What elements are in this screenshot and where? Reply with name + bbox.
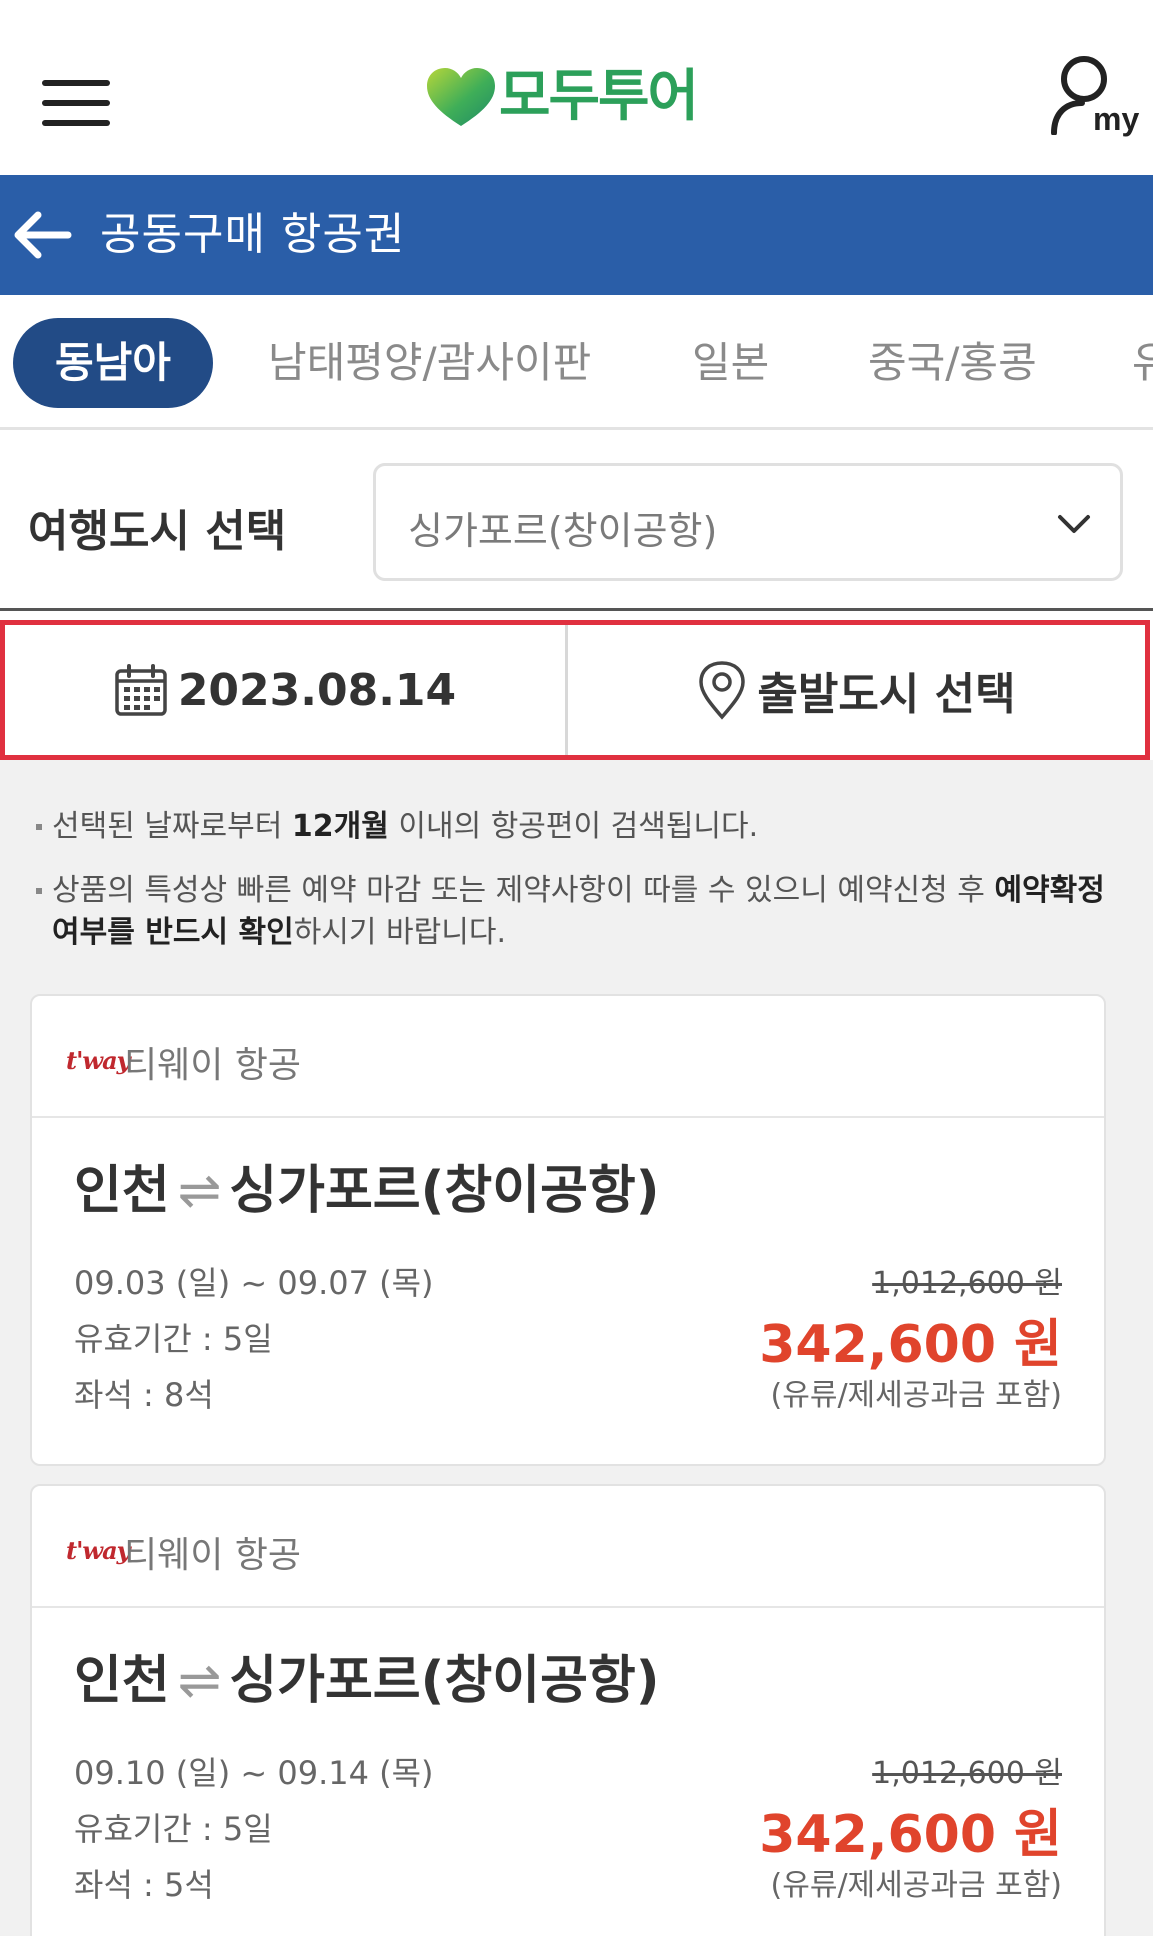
city-select-label: 여행도시 선택 (28, 506, 287, 557)
back-button[interactable] (12, 208, 72, 262)
airline-name: 티웨이 항공 (124, 1535, 302, 1576)
results-area: 선택된 날짜로부터 12개월 이내의 항공편이 검색됩니다. 상품의 특성상 빠… (0, 760, 1153, 1936)
menu-bar (42, 80, 110, 86)
menu-button[interactable] (42, 80, 110, 126)
region-tabs: 동남아 남태평양/괌사이판 일본 중국/홍콩 유 (0, 295, 1153, 430)
calendar-icon (115, 664, 167, 716)
menu-bar (42, 100, 110, 106)
flight-route: 인천 ⇌ 싱가포르(창이공항) (74, 1638, 660, 1713)
my-page-button[interactable]: my (1048, 55, 1140, 145)
tab-more[interactable]: 유 (1132, 318, 1153, 408)
logo-text: 모두투어 (499, 64, 699, 129)
flight-route: 인천 ⇌ 싱가포르(창이공항) (74, 1148, 660, 1223)
my-label: my (1093, 101, 1140, 137)
chevron-down-icon (1058, 515, 1090, 533)
departure-city-button[interactable]: 출발도시 선택 (568, 625, 1145, 755)
validity-period: 유효기간 : 5일 (74, 1810, 273, 1848)
tab-southeast-asia[interactable]: 동남아 (13, 318, 213, 408)
date-picker-button[interactable]: 2023.08.14 (5, 625, 568, 755)
round-trip-icon: ⇌ (177, 1161, 222, 1221)
section-divider (0, 608, 1153, 611)
travel-dates: 09.10 (일) ~ 09.14 (목) (74, 1754, 434, 1792)
city-select-row: 여행도시 선택 싱가포르(창이공항) (0, 430, 1153, 610)
search-filter-row: 2023.08.14 출발도시 선택 (0, 620, 1150, 760)
validity-period: 유효기간 : 5일 (74, 1320, 273, 1358)
heart-logo-icon (427, 68, 495, 126)
title-bar: 공동구매 항공권 (0, 175, 1153, 295)
notice-booking-caution: 상품의 특성상 빠른 예약 마감 또는 제약사항이 따를 수 있으니 예약신청 … (36, 870, 1126, 954)
logo[interactable]: 모두투어 (425, 64, 699, 129)
route-origin: 인천 (74, 1161, 170, 1221)
travel-dates: 09.03 (일) ~ 09.07 (목) (74, 1264, 434, 1302)
notice-text-part: 하시기 바랍니다. (293, 915, 506, 950)
original-price: 1,012,600 원 (872, 1266, 1062, 1301)
departure-city-label: 출발도시 선택 (757, 669, 1016, 720)
back-arrow-icon (14, 211, 72, 259)
airline-name: 티웨이 항공 (124, 1045, 302, 1086)
city-dropdown[interactable]: 싱가포르(창이공항) (373, 463, 1123, 581)
menu-bar (42, 120, 110, 126)
tab-south-pacific[interactable]: 남태평양/괌사이판 (268, 318, 591, 408)
bullet (36, 824, 42, 830)
tax-note: (유류/제세공과금 포함) (770, 1868, 1062, 1903)
page-title: 공동구매 항공권 (100, 209, 406, 260)
tab-china-hongkong[interactable]: 중국/홍콩 (868, 318, 1037, 408)
card-header: t'way 티웨이 항공 (32, 1486, 1104, 1608)
notice-text-part: 이내의 항공편이 검색됩니다. (388, 809, 759, 844)
flight-card[interactable]: t'way 티웨이 항공 인천 ⇌ 싱가포르(창이공항) 09.03 (일) ~ 0… (30, 994, 1106, 1466)
sale-price: 342,600 원 (759, 1315, 1062, 1375)
seats-left: 좌석 : 8석 (74, 1376, 214, 1414)
airline-logo: t'way (66, 1046, 131, 1075)
notice-search-range: 선택된 날짜로부터 12개월 이내의 항공편이 검색됩니다. (36, 806, 1126, 848)
route-origin: 인천 (74, 1651, 170, 1711)
route-destination: 싱가포르(창이공항) (229, 1161, 660, 1221)
selected-date: 2023.08.14 (177, 664, 457, 716)
tax-note: (유류/제세공과금 포함) (770, 1378, 1062, 1413)
notice-text: 선택된 날짜로부터 12개월 이내의 항공편이 검색됩니다. (36, 806, 1126, 848)
route-destination: 싱가포르(창이공항) (229, 1651, 660, 1711)
tab-japan[interactable]: 일본 (692, 318, 769, 408)
app-header: 모두투어 my (0, 0, 1153, 175)
notice-text-part: 상품의 특성상 빠른 예약 마감 또는 제약사항이 따를 수 있으니 예약신청 … (52, 873, 995, 908)
notice-bold: 12개월 (291, 809, 389, 844)
card-header: t'way 티웨이 항공 (32, 996, 1104, 1118)
airline-logo: t'way (66, 1536, 131, 1565)
notice-text: 상품의 특성상 빠른 예약 마감 또는 제약사항이 따를 수 있으니 예약신청 … (36, 870, 1126, 954)
bullet (36, 888, 42, 894)
original-price: 1,012,600 원 (872, 1756, 1062, 1791)
notice-text-part: 선택된 날짜로부터 (52, 809, 292, 844)
city-dropdown-value: 싱가포르(창이공항) (408, 509, 718, 553)
flight-card[interactable]: t'way 티웨이 항공 인천 ⇌ 싱가포르(창이공항) 09.10 (일) ~ 0… (30, 1484, 1106, 1936)
location-pin-icon (699, 661, 746, 720)
round-trip-icon: ⇌ (177, 1651, 222, 1711)
seats-left: 좌석 : 5석 (74, 1866, 214, 1904)
sale-price: 342,600 원 (759, 1805, 1062, 1865)
